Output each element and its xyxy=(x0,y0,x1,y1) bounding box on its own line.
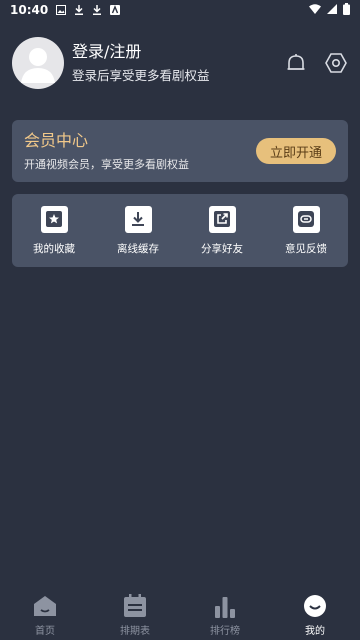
download-notification-icon xyxy=(74,5,84,15)
signal-icon xyxy=(327,3,337,17)
home-icon xyxy=(33,594,57,618)
smile-icon xyxy=(303,594,327,618)
bell-icon xyxy=(287,54,305,70)
favorites-item[interactable]: 我的收藏 xyxy=(19,205,89,256)
notification-button[interactable] xyxy=(284,51,308,75)
offline-cache-item[interactable]: 离线缓存 xyxy=(103,205,173,256)
nav-ranking[interactable]: 排行榜 xyxy=(190,594,260,637)
settings-button[interactable] xyxy=(324,51,348,75)
settings-hexagon-icon xyxy=(325,53,347,73)
feedback-item[interactable]: 意见反馈 xyxy=(271,205,341,256)
user-silhouette-icon xyxy=(21,48,55,83)
open-vip-button[interactable]: 立即开通 xyxy=(256,138,336,164)
share-icon xyxy=(208,205,236,233)
profile-header: 登录/注册 登录后享受更多看剧权益 xyxy=(12,36,348,90)
status-bar: 10:40 xyxy=(0,0,360,20)
favorites-label: 我的收藏 xyxy=(33,242,75,255)
image-notification-icon xyxy=(56,5,67,15)
login-register-title[interactable]: 登录/注册 xyxy=(72,42,210,62)
download-notification-icon-2 xyxy=(92,5,102,15)
battery-icon xyxy=(343,2,350,18)
bottom-nav: 首页 排期表 排行榜 我的 xyxy=(0,590,360,640)
feedback-label: 意见反馈 xyxy=(285,242,327,255)
avatar[interactable] xyxy=(12,37,64,89)
system-icons xyxy=(309,2,350,18)
vip-text: 会员中心 开通视频会员，享受更多看剧权益 xyxy=(24,131,189,172)
nav-mine-label: 我的 xyxy=(305,625,325,637)
vip-center-card[interactable]: 会员中心 开通视频会员，享受更多看剧权益 立即开通 xyxy=(12,120,348,182)
nav-schedule[interactable]: 排期表 xyxy=(100,593,170,637)
calendar-icon xyxy=(123,593,147,618)
function-grid: 我的收藏 离线缓存 分享好友 意见反馈 xyxy=(12,194,348,267)
status-time: 10:40 xyxy=(10,3,49,17)
header-actions xyxy=(284,51,348,75)
star-icon xyxy=(40,205,68,233)
nav-mine[interactable]: 我的 xyxy=(280,594,350,637)
nav-ranking-label: 排行榜 xyxy=(210,625,240,637)
login-prompt[interactable]: 登录/注册 登录后享受更多看剧权益 xyxy=(72,42,210,84)
download-icon xyxy=(124,205,152,233)
offline-cache-label: 离线缓存 xyxy=(117,242,159,255)
vip-subtitle: 开通视频会员，享受更多看剧权益 xyxy=(24,157,189,171)
feedback-icon xyxy=(292,205,320,233)
wifi-icon xyxy=(309,3,321,17)
vip-title: 会员中心 xyxy=(24,130,89,150)
share-friends-label: 分享好友 xyxy=(201,242,243,255)
nav-home[interactable]: 首页 xyxy=(10,594,80,637)
share-friends-item[interactable]: 分享好友 xyxy=(187,205,257,256)
chart-icon xyxy=(213,594,237,618)
login-subtitle: 登录后享受更多看剧权益 xyxy=(72,68,210,83)
app-notification-icon xyxy=(110,5,121,15)
notification-icons xyxy=(56,5,121,15)
nav-schedule-label: 排期表 xyxy=(120,625,150,637)
nav-home-label: 首页 xyxy=(35,625,55,637)
